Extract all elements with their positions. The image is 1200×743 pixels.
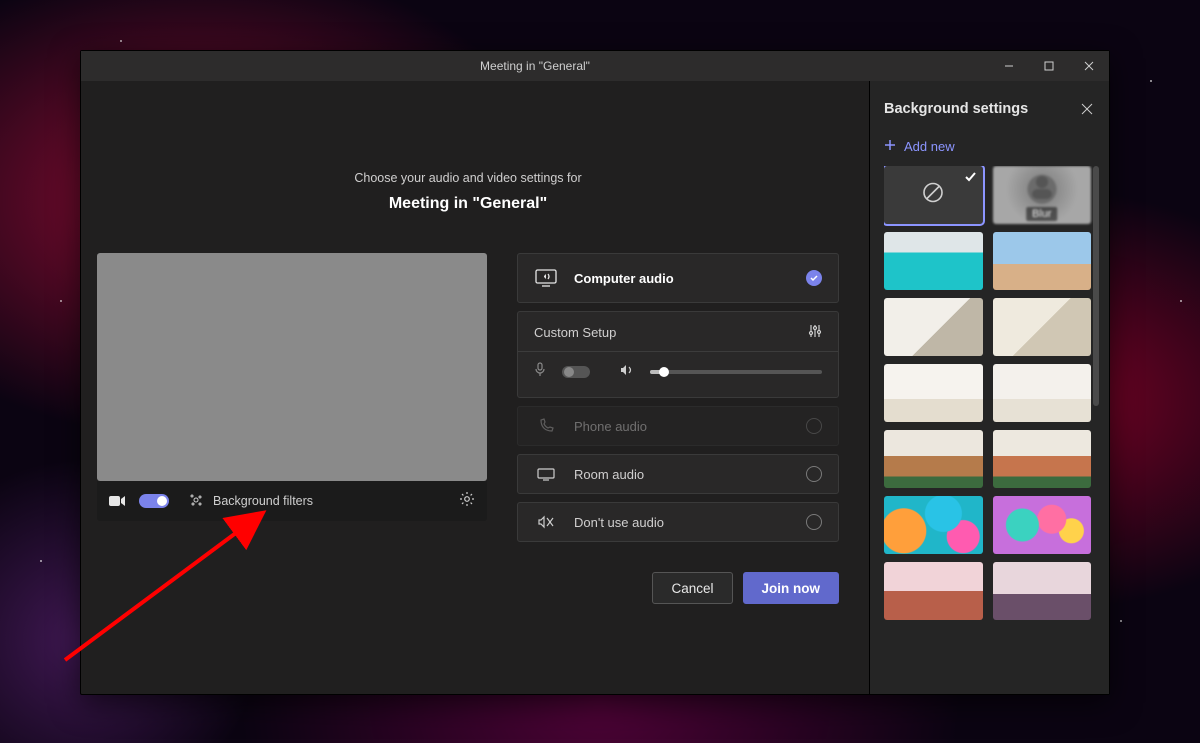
bg-tile[interactable] — [993, 496, 1092, 554]
speaker-icon — [620, 363, 634, 381]
prejoin-window: Meeting in "General" Choose your audio a… — [80, 50, 1110, 695]
bg-tile[interactable] — [884, 298, 983, 356]
volume-slider[interactable] — [650, 370, 822, 374]
check-icon — [963, 170, 977, 189]
close-button[interactable] — [1069, 51, 1109, 81]
plus-icon — [884, 139, 896, 154]
heading-meeting-name: Meeting in "General" — [97, 195, 839, 213]
background-settings-panel: Background settings Add new Blur — [869, 81, 1109, 694]
window-title: Meeting in "General" — [81, 59, 989, 73]
bg-tile[interactable] — [993, 232, 1092, 290]
background-filters-label: Background filters — [213, 494, 313, 508]
bg-tile-blur[interactable]: Blur — [993, 166, 1092, 224]
maximize-button[interactable] — [1029, 51, 1069, 81]
sliders-icon[interactable] — [808, 324, 822, 341]
dont-use-audio-label: Don't use audio — [574, 515, 806, 530]
camera-icon — [109, 495, 125, 507]
add-new-button[interactable]: Add new — [884, 139, 1099, 154]
no-audio-icon — [534, 515, 558, 529]
phone-audio-label: Phone audio — [574, 419, 806, 434]
bg-tile-none[interactable] — [884, 166, 983, 224]
none-icon — [922, 182, 944, 209]
computer-audio-label: Computer audio — [574, 271, 806, 286]
sidebar-close-button[interactable] — [1075, 97, 1099, 121]
device-settings-button[interactable] — [459, 491, 475, 512]
checkmark-icon — [806, 270, 822, 286]
bg-tile[interactable] — [993, 298, 1092, 356]
custom-setup-block: Custom Setup — [517, 311, 839, 398]
microphone-icon — [534, 362, 546, 381]
cancel-button[interactable]: Cancel — [652, 572, 732, 604]
mic-toggle[interactable] — [562, 366, 590, 378]
sparkle-icon — [189, 493, 203, 510]
bg-tile[interactable] — [884, 496, 983, 554]
bg-tile[interactable] — [993, 562, 1092, 620]
main-panel: Choose your audio and video settings for… — [81, 81, 869, 694]
computer-audio-option[interactable]: Computer audio — [517, 253, 839, 303]
bg-tile[interactable] — [884, 232, 983, 290]
room-audio-label: Room audio — [574, 467, 806, 482]
phone-icon — [534, 418, 558, 434]
scrollbar-thumb[interactable] — [1093, 166, 1099, 406]
add-new-label: Add new — [904, 139, 955, 154]
bg-tile[interactable] — [993, 364, 1092, 422]
bg-tile[interactable] — [884, 430, 983, 488]
camera-preview — [97, 253, 487, 481]
radio-icon — [806, 514, 822, 530]
join-now-button[interactable]: Join now — [743, 572, 840, 604]
bg-tile[interactable] — [993, 430, 1092, 488]
blur-label: Blur — [1026, 207, 1058, 221]
heading-subtitle: Choose your audio and video settings for — [97, 171, 839, 185]
minimize-button[interactable] — [989, 51, 1029, 81]
radio-icon — [806, 418, 822, 434]
bg-tile[interactable] — [884, 364, 983, 422]
titlebar[interactable]: Meeting in "General" — [81, 51, 1109, 81]
camera-toggle[interactable] — [139, 494, 169, 508]
bg-tile[interactable] — [884, 562, 983, 620]
computer-audio-icon — [534, 269, 558, 287]
dont-use-audio-option[interactable]: Don't use audio — [517, 502, 839, 542]
phone-audio-option: Phone audio — [517, 406, 839, 446]
radio-icon — [806, 466, 822, 482]
custom-setup-label: Custom Setup — [534, 325, 616, 340]
background-filters-button[interactable]: Background filters — [189, 493, 445, 510]
room-audio-option[interactable]: Room audio — [517, 454, 839, 494]
room-audio-icon — [534, 467, 558, 481]
sidebar-title: Background settings — [884, 101, 1075, 117]
